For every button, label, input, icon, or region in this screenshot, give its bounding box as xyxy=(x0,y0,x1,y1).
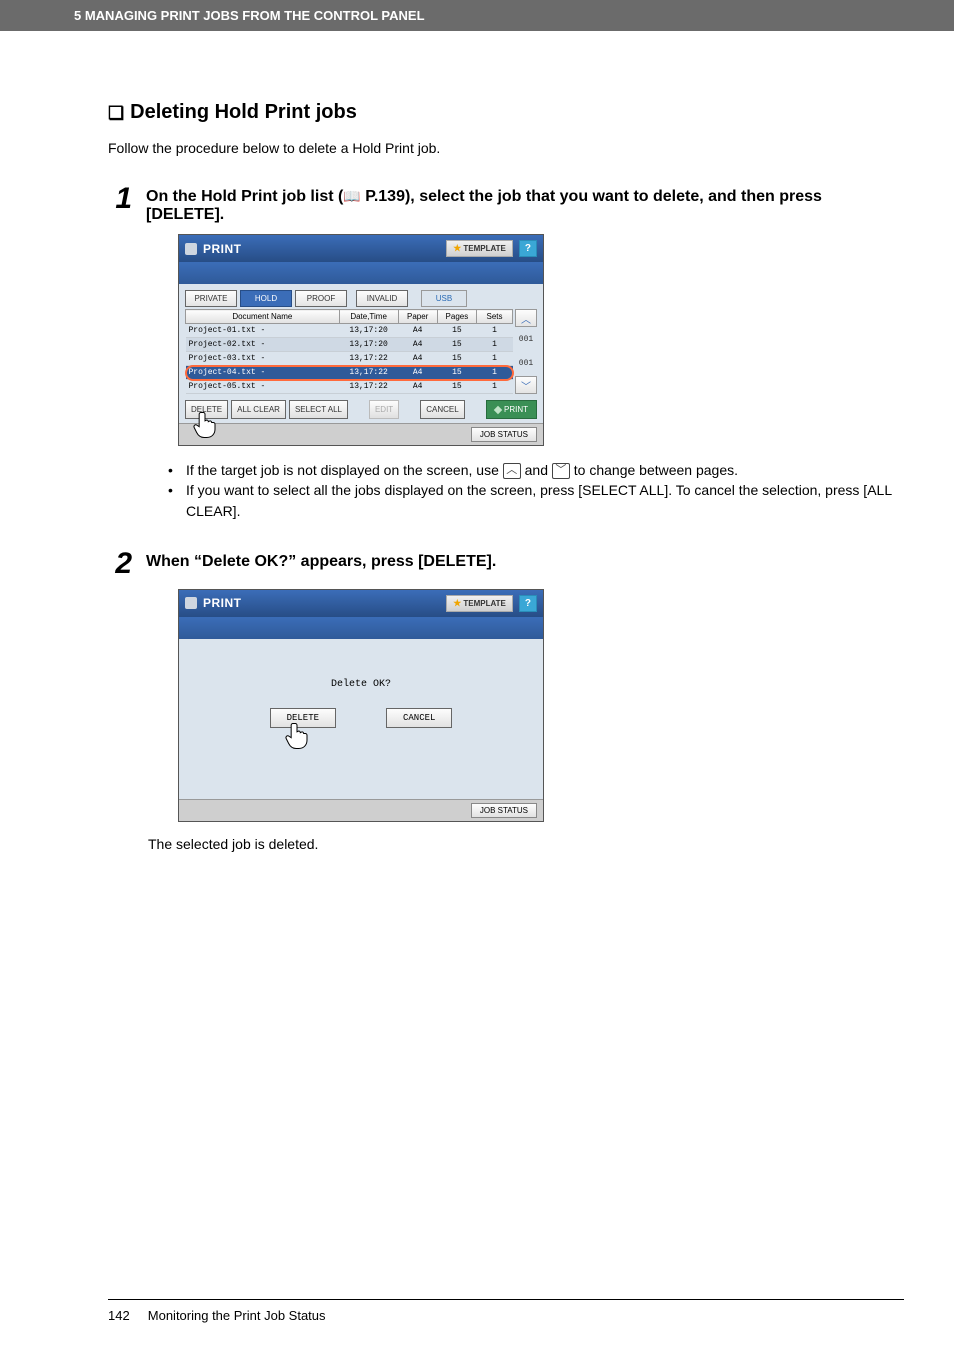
panel-blue-strip xyxy=(179,262,543,284)
step-1-number: 1 xyxy=(108,184,132,214)
confirm-panel-screenshot: PRINT ★TEMPLATE ? Delete OK? DELETE CANC… xyxy=(178,589,544,822)
note-bullets: • If the target job is not displayed on … xyxy=(168,460,904,521)
intro-text: Follow the procedure below to delete a H… xyxy=(108,140,904,156)
job-status-button[interactable]: JOB STATUS xyxy=(471,427,537,442)
panel-titlebar: PRINT ★TEMPLATE ? xyxy=(179,235,543,262)
bullet-1b: and xyxy=(525,462,552,478)
tab-usb[interactable]: USB xyxy=(421,290,467,307)
table-row-selected[interactable]: Project-04.txt -13,17:22A4151 xyxy=(186,366,513,380)
template-button[interactable]: ★TEMPLATE xyxy=(446,240,513,257)
confirm-delete-label: DELETE xyxy=(287,713,319,723)
step1-part-a: On the Hold Print job list ( xyxy=(146,188,343,205)
template-label: TEMPLATE xyxy=(463,599,506,608)
scroll-column: ︿ 001 001 ﹀ xyxy=(515,309,537,394)
all-clear-button[interactable]: ALL CLEAR xyxy=(231,400,286,419)
help-button[interactable]: ? xyxy=(519,240,537,257)
help-button[interactable]: ? xyxy=(519,595,537,612)
template-button[interactable]: ★TEMPLATE xyxy=(446,595,513,612)
panel-title: PRINT xyxy=(203,596,242,610)
panel-title: PRINT xyxy=(203,242,242,256)
job-status-button[interactable]: JOB STATUS xyxy=(471,803,537,818)
select-all-button[interactable]: SELECT ALL xyxy=(289,400,348,419)
step-2-number: 2 xyxy=(108,549,132,579)
template-label: TEMPLATE xyxy=(463,244,506,253)
scroll-page-top: 001 xyxy=(515,327,537,352)
job-status-bar: JOB STATUS xyxy=(179,799,543,821)
delete-button[interactable]: DELETE xyxy=(185,400,228,419)
job-status-bar: JOB STATUS xyxy=(179,423,543,445)
scroll-page-bottom: 001 xyxy=(515,352,537,377)
print-icon xyxy=(185,597,197,609)
bullet-1c: to change between pages. xyxy=(574,462,738,478)
bullet-dot-icon: • xyxy=(168,460,178,480)
diamond-icon xyxy=(494,405,502,413)
col-paper: Paper xyxy=(398,310,437,324)
section-title-text: Deleting Hold Print jobs xyxy=(130,101,357,124)
confirm-cancel-button[interactable]: CANCEL xyxy=(386,708,452,728)
side-strip xyxy=(38,0,45,29)
step-2-text: When “Delete OK?” appears, press [DELETE… xyxy=(146,553,904,571)
page-number: 142 xyxy=(108,1308,130,1323)
page-footer: 142 Monitoring the Print Job Status xyxy=(108,1299,904,1323)
cancel-button[interactable]: CANCEL xyxy=(420,400,464,419)
book-icon: 📖 xyxy=(343,188,360,204)
col-document-name: Document Name xyxy=(186,310,340,324)
tab-private[interactable]: PRIVATE xyxy=(185,290,237,307)
edit-button[interactable]: EDIT xyxy=(369,400,399,419)
bullet-2: If you want to select all the jobs displ… xyxy=(186,480,904,521)
chevron-up-icon: ︿ xyxy=(521,311,531,326)
job-table: Document Name Date,Time Paper Pages Sets… xyxy=(185,309,513,394)
hand-cursor-icon xyxy=(283,721,311,751)
col-pages: Pages xyxy=(437,310,476,324)
tab-hold[interactable]: HOLD xyxy=(240,290,292,307)
confirm-delete-button[interactable]: DELETE xyxy=(270,708,336,728)
tab-invalid[interactable]: INVALID xyxy=(356,290,408,307)
panel-titlebar: PRINT ★TEMPLATE ? xyxy=(179,590,543,617)
step1-ref: P.139 xyxy=(361,188,405,205)
scroll-up-button[interactable]: ︿ xyxy=(515,309,537,327)
chevron-down-icon: ﹀ xyxy=(521,378,531,393)
star-icon: ★ xyxy=(453,243,461,254)
print-button-label: PRINT xyxy=(504,405,528,414)
panel-blue-strip xyxy=(179,617,543,639)
table-row[interactable]: Project-01.txt -13,17:20A4151 xyxy=(186,324,513,338)
table-row[interactable]: Project-02.txt -13,17:20A4151 xyxy=(186,338,513,352)
print-button[interactable]: PRINT xyxy=(486,400,537,419)
print-panel-screenshot: PRINT ★TEMPLATE ? PRIVATE HOLD PROOF INV… xyxy=(178,234,544,446)
scroll-up-key-icon: ︿ xyxy=(503,463,521,479)
delete-prompt: Delete OK? xyxy=(189,679,533,690)
tab-proof[interactable]: PROOF xyxy=(295,290,347,307)
print-icon xyxy=(185,243,197,255)
step-1-text: On the Hold Print job list (📖 P.139), se… xyxy=(146,188,904,224)
chapter-header: 5 MANAGING PRINT JOBS FROM THE CONTROL P… xyxy=(0,0,954,31)
bullet-1a: If the target job is not displayed on th… xyxy=(186,462,503,478)
square-bullet-icon: ❏ xyxy=(108,104,124,122)
bullet-dot-icon: • xyxy=(168,480,178,521)
table-row[interactable]: Project-05.txt -13,17:22A4151 xyxy=(186,380,513,394)
col-sets: Sets xyxy=(477,310,513,324)
footer-title: Monitoring the Print Job Status xyxy=(148,1308,326,1323)
tabs-row: PRIVATE HOLD PROOF INVALID USB xyxy=(185,290,537,307)
result-text: The selected job is deleted. xyxy=(148,836,904,852)
table-row[interactable]: Project-03.txt -13,17:22A4151 xyxy=(186,352,513,366)
panel-button-row: DELETE ALL CLEAR SELECT ALL EDIT CANCEL … xyxy=(185,394,537,421)
star-icon: ★ xyxy=(453,598,461,609)
section-title: ❏ Deleting Hold Print jobs xyxy=(108,101,904,124)
col-date-time: Date,Time xyxy=(339,310,398,324)
scroll-down-button[interactable]: ﹀ xyxy=(515,376,537,394)
scroll-down-key-icon: ﹀ xyxy=(552,463,570,479)
